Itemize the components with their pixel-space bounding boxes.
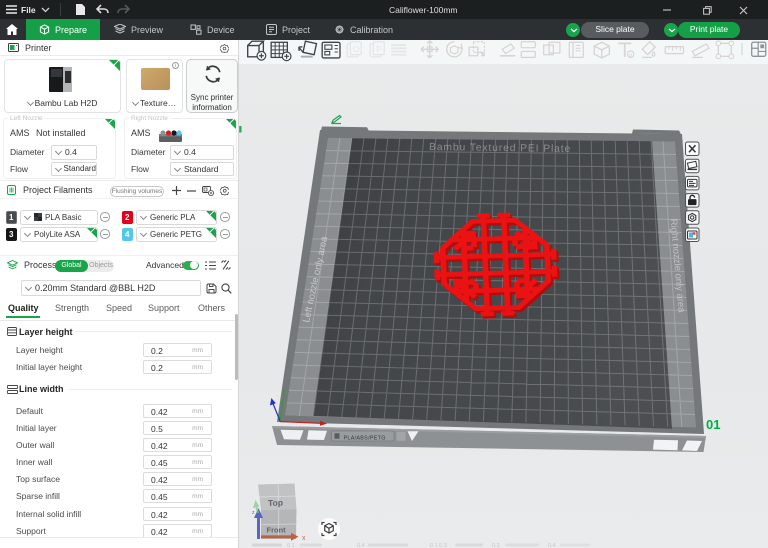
- svg-text:PLA/ABS/PETG: PLA/ABS/PETG: [344, 435, 386, 441]
- svg-text:0.1 0.3: 0.1 0.3: [430, 543, 447, 548]
- svg-text:0.1: 0.1: [287, 543, 295, 548]
- svg-text:O: O: [353, 44, 360, 54]
- svg-text:0.4: 0.4: [357, 543, 365, 548]
- svg-text:P: P: [376, 44, 382, 54]
- svg-text:Top: Top: [268, 497, 283, 508]
- svg-text:0.4: 0.4: [548, 543, 556, 548]
- svg-text:a: a: [629, 53, 632, 59]
- svg-text:0.2: 0.2: [492, 543, 500, 548]
- svg-text:x: x: [302, 535, 306, 542]
- svg-text:01: 01: [706, 417, 720, 432]
- svg-text:Bambu Textured PEI Plate: Bambu Textured PEI Plate: [429, 142, 571, 155]
- svg-text:Front: Front: [267, 526, 287, 535]
- svg-text:z: z: [252, 510, 255, 516]
